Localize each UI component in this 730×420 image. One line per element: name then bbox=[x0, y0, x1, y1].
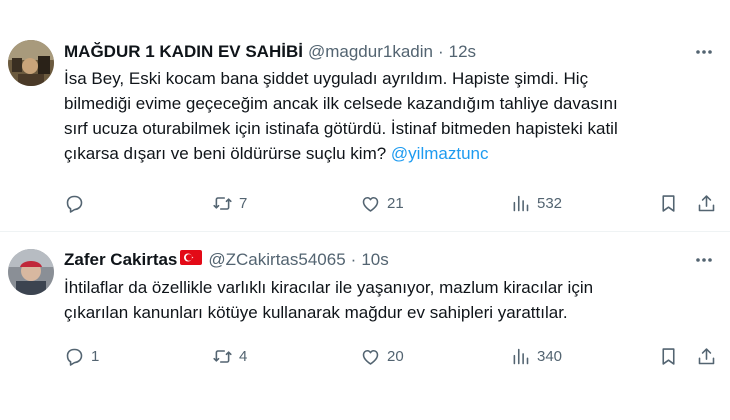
tweet-text-line: sırf ucuza oturabilmek için istinafa göt… bbox=[64, 119, 618, 138]
tweet-header: MAĞDUR 1 KADIN EV SAHİBİ @magdur1kadin ·… bbox=[64, 40, 476, 64]
share-button[interactable] bbox=[696, 343, 717, 369]
more-icon[interactable] bbox=[692, 248, 716, 272]
user-handle[interactable]: @ZCakirtas54065 bbox=[208, 250, 345, 270]
turkey-flag-icon bbox=[180, 250, 203, 270]
like-button[interactable]: 21 bbox=[360, 190, 404, 216]
views-button[interactable]: 532 bbox=[510, 190, 562, 216]
display-name[interactable]: MAĞDUR 1 KADIN EV SAHİBİ bbox=[64, 42, 303, 62]
tweet-text-fragment: çıkarsa dışarı ve beni öldürürse suçlu k… bbox=[64, 144, 391, 163]
views-count: 340 bbox=[537, 347, 563, 365]
share-button[interactable] bbox=[696, 190, 717, 216]
tweet-text: İhtilaflar da özellikle varlıklı kiracıl… bbox=[64, 275, 724, 325]
reply-icon bbox=[66, 195, 83, 213]
share-icon bbox=[698, 194, 715, 211]
action-bar: 1 4 20 340 bbox=[64, 343, 724, 369]
tweet[interactable]: Zafer Cakirtas @ZCakirtas54065 · 10s İht… bbox=[0, 232, 730, 420]
like-icon bbox=[362, 196, 379, 212]
mention-link[interactable]: @yilmaztunc bbox=[391, 144, 489, 163]
like-icon bbox=[362, 349, 379, 365]
separator-dot: · bbox=[437, 42, 444, 61]
retweet-icon bbox=[213, 349, 232, 363]
bookmark-icon bbox=[662, 347, 675, 365]
tweet-text-line: İsa Bey, Eski kocam bana şiddet uyguladı… bbox=[64, 69, 589, 88]
avatar[interactable] bbox=[8, 40, 54, 86]
retweet-button[interactable]: 7 bbox=[212, 190, 247, 216]
tweet-text-line: çıkarılan kanunları kötüye kullanarak ma… bbox=[64, 303, 568, 322]
views-count: 532 bbox=[537, 194, 563, 212]
views-icon bbox=[513, 348, 529, 364]
timestamp[interactable]: 12s bbox=[449, 42, 476, 62]
tweet-text-line: bilmediği evime geçeceğim ancak ilk cels… bbox=[64, 94, 618, 113]
reply-button[interactable] bbox=[64, 190, 91, 216]
tweet-text-line: İhtilaflar da özellikle varlıklı kiracıl… bbox=[64, 278, 594, 297]
tweet-header: Zafer Cakirtas @ZCakirtas54065 · 10s bbox=[64, 248, 389, 272]
separator-dot: · bbox=[350, 250, 357, 269]
user-handle[interactable]: @magdur1kadin bbox=[308, 42, 433, 62]
share-icon bbox=[698, 347, 715, 364]
bookmark-button[interactable] bbox=[658, 343, 679, 369]
action-bar: 7 21 532 bbox=[64, 190, 724, 216]
reply-count: 1 bbox=[91, 347, 100, 365]
views-icon bbox=[513, 195, 529, 211]
retweet-button[interactable]: 4 bbox=[212, 343, 247, 369]
retweet-count: 7 bbox=[239, 194, 248, 212]
tweet-text-line-last: çıkarsa dışarı ve beni öldürürse suçlu k… bbox=[64, 141, 724, 166]
avatar[interactable] bbox=[8, 249, 54, 295]
bookmark-button[interactable] bbox=[658, 190, 679, 216]
like-count: 21 bbox=[387, 194, 404, 212]
more-icon[interactable] bbox=[692, 40, 716, 64]
like-button[interactable]: 20 bbox=[360, 343, 404, 369]
reply-button[interactable]: 1 bbox=[64, 343, 99, 369]
tweet[interactable]: MAĞDUR 1 KADIN EV SAHİBİ @magdur1kadin ·… bbox=[0, 0, 730, 232]
views-button[interactable]: 340 bbox=[510, 343, 562, 369]
retweet-icon bbox=[213, 196, 232, 210]
retweet-count: 4 bbox=[239, 347, 248, 365]
tweet-text: İsa Bey, Eski kocam bana şiddet uyguladı… bbox=[64, 66, 724, 166]
reply-icon bbox=[66, 348, 83, 366]
like-count: 20 bbox=[387, 347, 404, 365]
timestamp[interactable]: 10s bbox=[361, 250, 388, 270]
display-name[interactable]: Zafer Cakirtas bbox=[64, 250, 177, 270]
bookmark-icon bbox=[662, 194, 675, 212]
